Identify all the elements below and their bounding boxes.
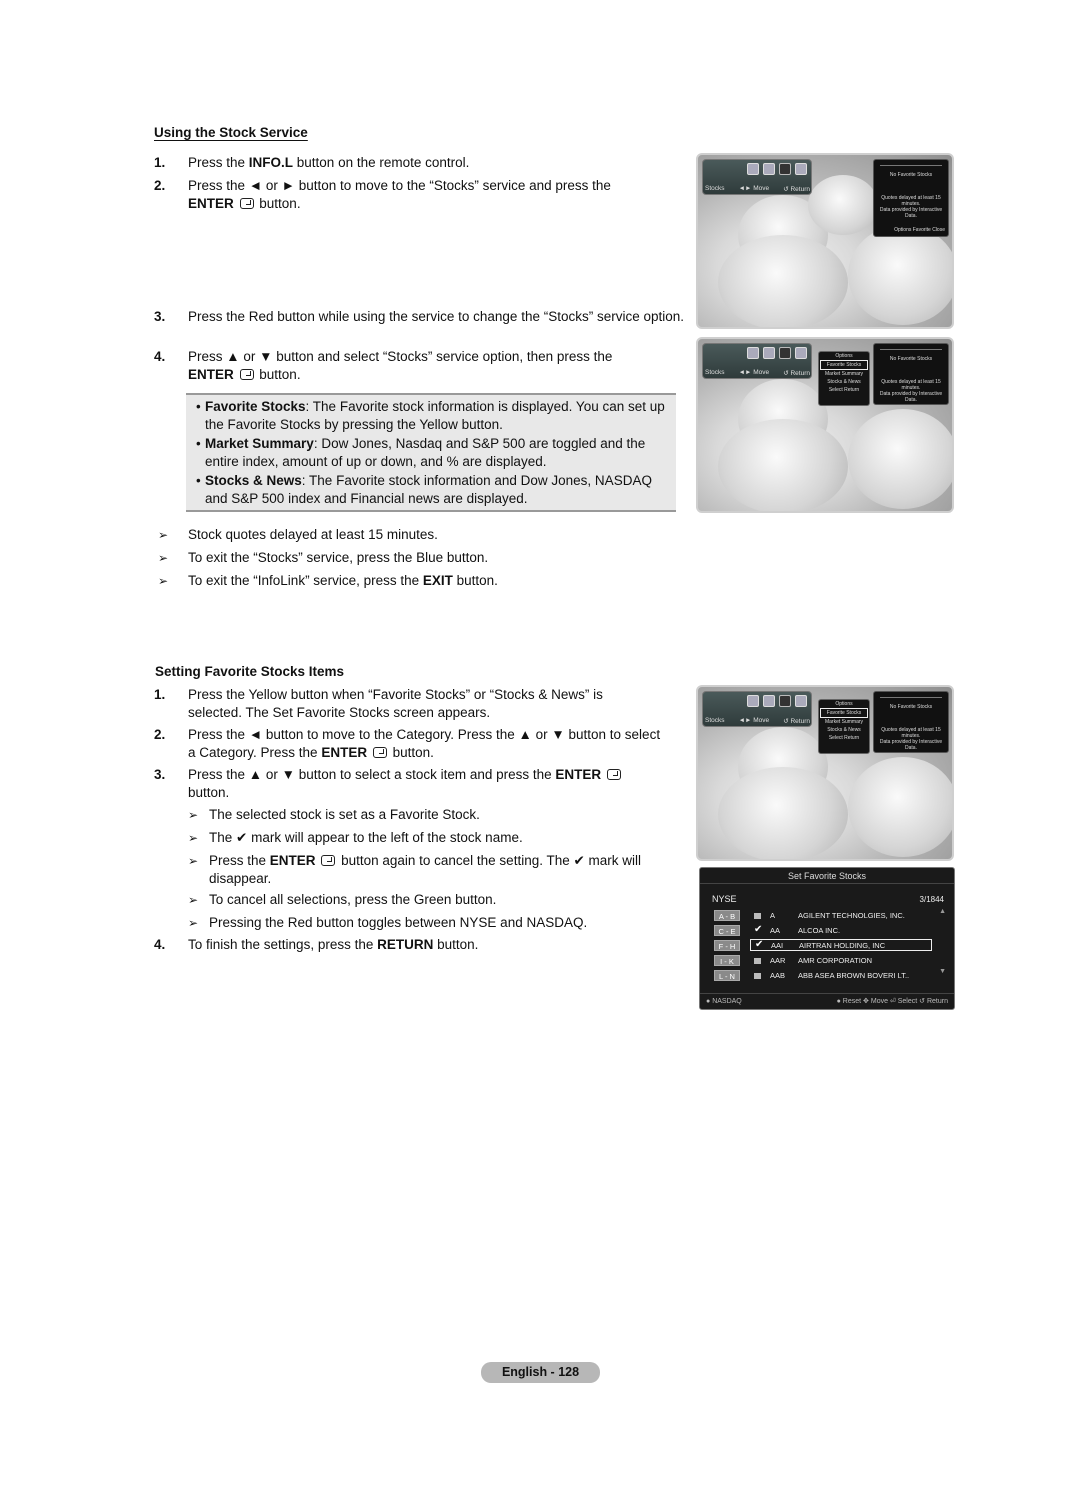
section-title-favorite-stocks: Setting Favorite Stocks Items: [155, 664, 345, 679]
category-i-k[interactable]: I - K: [714, 955, 740, 966]
category-f-h[interactable]: F - H: [714, 940, 740, 951]
panel-footer: ● NASDAQ ● Reset ✥ Move ⏎ Select ↺ Retur…: [700, 993, 954, 1009]
note-arrow-icon: ➢: [158, 528, 169, 542]
scroll-down-icon[interactable]: ▼: [939, 968, 946, 975]
bullet-favorite-stocks: • Favorite Stocks: The Favorite stock inf…: [196, 399, 665, 432]
infolink-bar: Stocks ◄► Move ↺ Return: [702, 343, 812, 379]
option-stocks-news[interactable]: Stocks & News: [819, 726, 869, 734]
step-4: 4. To finish the settings, press the RET…: [154, 937, 479, 952]
news-icon: [763, 163, 775, 175]
note-green-button: ➢ To cancel all selections, press the Gre…: [188, 892, 497, 907]
enter-icon: [606, 769, 621, 780]
stock-info-panel: No Favorite Stocks Quotes delayed at lea…: [873, 691, 949, 753]
stocks-icon: [779, 163, 791, 175]
checkmark-icon: ✔: [755, 939, 764, 950]
stocks-icon: [779, 695, 791, 707]
note-exit-stocks: ➢ To exit the “Stocks” service, press the…: [158, 550, 489, 565]
enter-icon: [239, 369, 254, 380]
tv-screen-options-2: Stocks ◄► Move ↺ Return Options Favorite S…: [696, 685, 954, 861]
settings-icon: [795, 347, 807, 359]
note-cancel-setting: ➢ Press the ENTER button again to cancel …: [188, 853, 642, 886]
bullet-market-summary: • Market Summary: Dow Jones, Nasdaq and S…: [196, 436, 646, 469]
step-2: 2. Press the ◄ button to move to the Cat…: [154, 727, 661, 760]
options-menu: Options Favorite Stocks Market Summary S…: [818, 351, 870, 406]
photo-icon: [747, 695, 759, 707]
step-3: 3. Press the ▲ or ▼ button to select a s…: [154, 766, 664, 802]
checkbox-icon: [754, 913, 761, 919]
settings-icon: [795, 695, 807, 707]
stock-row[interactable]: AAR AMR CORPORATION: [750, 955, 932, 967]
stock-info-panel: No Favorite Stocks Quotes delayed at lea…: [873, 343, 949, 405]
option-market-summary[interactable]: Market Summary: [819, 718, 869, 726]
note-checkmark: ➢ The ✔ mark will appear to the left of t…: [188, 830, 523, 845]
category-c-e[interactable]: C - E: [714, 925, 740, 936]
option-stocks-news[interactable]: Stocks & News: [819, 378, 869, 386]
step-3: 3. Press the Red button while using the …: [154, 309, 685, 324]
note-exit-infolink: ➢ To exit the “InfoLink” service, press t…: [158, 573, 498, 588]
scroll-up-icon[interactable]: ▲: [939, 908, 946, 915]
news-icon: [763, 695, 775, 707]
page-number: English - 128: [481, 1362, 600, 1383]
tv-screen-stocks: Stocks ◄► Move ↺ Return No Favorite Stocks…: [696, 153, 954, 329]
stock-row-selected[interactable]: ✔ AAI AIRTRAN HOLDING, INC: [750, 939, 932, 951]
checkmark-icon: ✔: [573, 853, 585, 868]
stock-row[interactable]: AAB ABB ASEA BROWN BOVERI LT..: [750, 970, 932, 982]
infolink-bar: Stocks ◄► Move ↺ Return: [702, 159, 812, 195]
photo-icon: [747, 163, 759, 175]
note-red-button: ➢ Pressing the Red button toggles between…: [188, 915, 588, 930]
note-delay: ➢ Stock quotes delayed at least 15 minute…: [158, 527, 438, 542]
checkbox-icon: [754, 973, 761, 979]
option-favorite-stocks[interactable]: Favorite Stocks: [820, 708, 868, 718]
stocks-icon: [779, 347, 791, 359]
enter-icon: [239, 198, 254, 209]
step-1: 1. Press the INFO.L button on the remote…: [154, 155, 470, 170]
note-selected: ➢ The selected stock is set as a Favorite…: [188, 807, 480, 822]
infolink-bar: Stocks ◄► Move ↺ Return: [702, 691, 812, 727]
stock-count: 3/1844: [919, 895, 944, 904]
set-favorite-stocks-panel: Set Favorite Stocks NYSE 3/1844 A - B C …: [699, 867, 955, 1010]
checkbox-icon: [754, 958, 761, 964]
section-title-stock-service: Using the Stock Service: [154, 125, 308, 140]
step-4: 4. Press ▲ or ▼ button and select “Stock…: [154, 349, 613, 382]
tv-screen-options: Stocks ◄► Move ↺ Return Options Favorite S…: [696, 337, 954, 513]
category-a-b[interactable]: A - B: [714, 910, 740, 921]
stock-info-panel: No Favorite Stocks Quotes delayed at lea…: [873, 159, 949, 237]
note-arrow-icon: ➢: [158, 574, 169, 588]
enter-icon: [321, 855, 336, 866]
checkmark-icon: ✔: [754, 924, 763, 935]
option-favorite-stocks[interactable]: Favorite Stocks: [820, 360, 868, 370]
market-label: NYSE: [712, 894, 737, 904]
note-arrow-icon: ➢: [158, 551, 169, 565]
photo-icon: [747, 347, 759, 359]
category-l-n[interactable]: L - N: [714, 970, 740, 981]
stock-row[interactable]: ✔ AA ALCOA INC.: [750, 924, 932, 937]
option-market-summary[interactable]: Market Summary: [819, 370, 869, 378]
checkmark-icon: ✔: [236, 830, 248, 845]
step-1: 1. Press the Yellow button when “Favorit…: [154, 687, 603, 720]
step-2: 2. Press the ◄ or ► button to move to th…: [154, 178, 611, 211]
news-icon: [763, 347, 775, 359]
options-menu: Options Favorite Stocks Market Summary S…: [818, 699, 870, 754]
bullet-stocks-news: • Stocks & News: The Favorite stock infor…: [196, 473, 652, 506]
stock-row[interactable]: A AGILENT TECHNOLGIES, INC.: [750, 910, 932, 922]
enter-icon: [372, 747, 387, 758]
settings-icon: [795, 163, 807, 175]
